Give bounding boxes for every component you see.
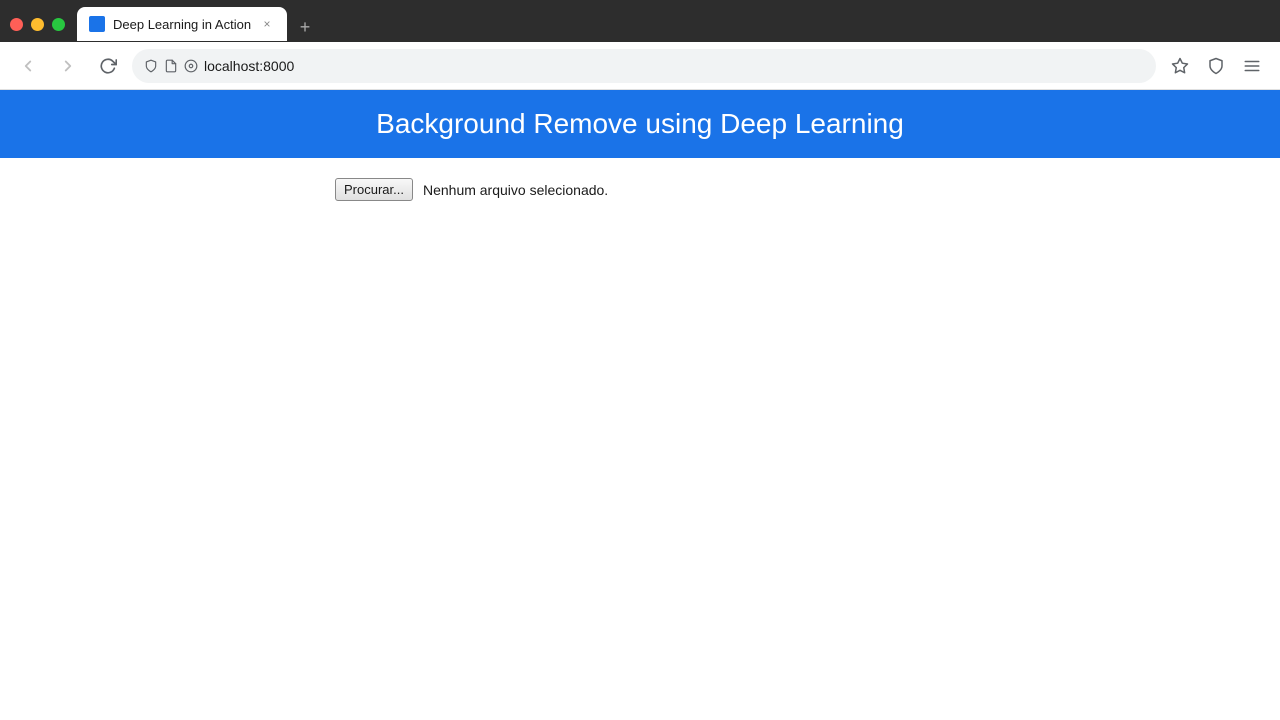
hamburger-menu-icon	[1243, 57, 1261, 75]
bookmark-icon	[1171, 57, 1189, 75]
reload-icon	[99, 57, 117, 75]
address-bar-wrap[interactable]: localhost:8000	[132, 49, 1156, 83]
menu-button[interactable]	[1236, 50, 1268, 82]
page-body: Procurar... Nenhum arquivo selecionado.	[0, 158, 1280, 221]
title-bar: Deep Learning in Action × +	[0, 0, 1280, 42]
file-input-button-label: Procurar...	[344, 182, 404, 197]
address-input[interactable]: localhost:8000	[204, 58, 1144, 74]
tracking-icon	[184, 59, 198, 73]
tab-favicon-icon	[89, 16, 105, 32]
tab-title: Deep Learning in Action	[113, 17, 251, 32]
nav-right-icons	[1164, 50, 1268, 82]
shield-icon	[1207, 57, 1225, 75]
close-window-button[interactable]	[10, 18, 23, 31]
file-input-button[interactable]: Procurar...	[335, 178, 413, 201]
browser-chrome: Deep Learning in Action × +	[0, 0, 1280, 90]
page-content: Background Remove using Deep Learning Pr…	[0, 90, 1280, 221]
security-icon	[144, 59, 158, 73]
firefox-shield-button[interactable]	[1200, 50, 1232, 82]
new-tab-button[interactable]: +	[291, 13, 319, 41]
bookmark-button[interactable]	[1164, 50, 1196, 82]
page-header-title: Background Remove using Deep Learning	[20, 108, 1260, 140]
file-status-text: Nenhum arquivo selecionado.	[423, 182, 608, 198]
nav-bar: localhost:8000	[0, 42, 1280, 90]
back-icon	[19, 57, 37, 75]
back-button[interactable]	[12, 50, 44, 82]
page-icon	[164, 59, 178, 73]
forward-icon	[59, 57, 77, 75]
page-header: Background Remove using Deep Learning	[0, 90, 1280, 158]
minimize-window-button[interactable]	[31, 18, 44, 31]
maximize-window-button[interactable]	[52, 18, 65, 31]
tab-close-button[interactable]: ×	[259, 16, 275, 32]
tabs-bar: Deep Learning in Action × +	[77, 7, 1270, 41]
active-tab[interactable]: Deep Learning in Action ×	[77, 7, 287, 41]
reload-button[interactable]	[92, 50, 124, 82]
window-controls	[10, 18, 65, 31]
forward-button[interactable]	[52, 50, 84, 82]
